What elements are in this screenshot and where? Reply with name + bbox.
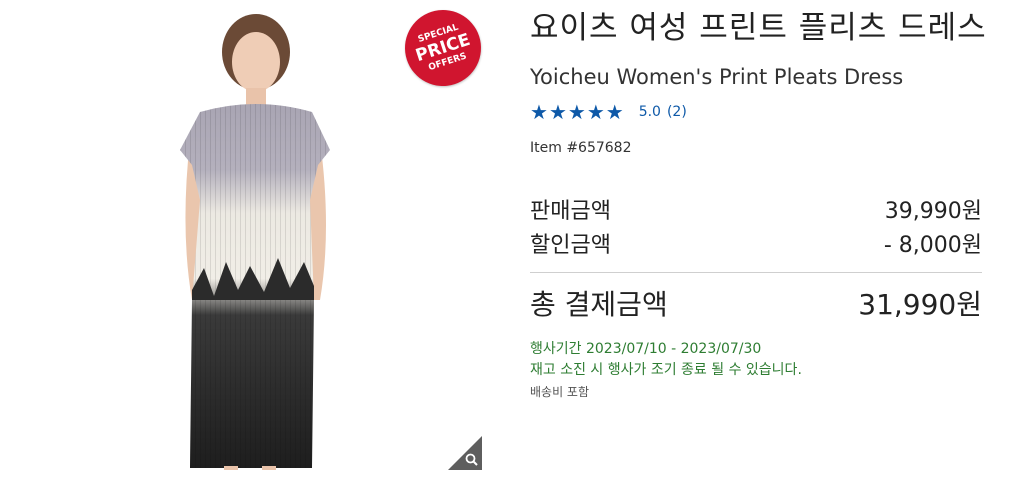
sale-price-value: 39,990원 [884, 199, 982, 224]
product-gallery: SPECIAL PRICE OFFERS [170, 0, 491, 477]
total-price-row: 총 결제금액 31,990원 [530, 281, 982, 325]
shipping-included-note: 배송비 포함 [530, 385, 590, 399]
discount-row: 할인금액 - 8,000원 [530, 226, 982, 260]
star-icon: ★ [605, 100, 624, 124]
review-count-link[interactable]: (2) [667, 104, 687, 120]
product-title-english: Yoicheu Women's Print Pleats Dress [530, 65, 904, 89]
product-rating[interactable]: ★ ★ ★ ★ ★ 5.0 (2) [530, 100, 990, 124]
star-icon: ★ [530, 100, 548, 124]
discount-value: - 8,000원 [883, 233, 982, 258]
promo-stock-notice: 재고 소진 시 행사가 조기 종료 될 수 있습니다. [530, 362, 802, 378]
item-number: Item #657682 [530, 140, 632, 156]
magnifier-icon[interactable] [448, 436, 482, 470]
price-divider [530, 272, 982, 273]
star-icon: ★ [586, 100, 605, 124]
total-price-value: 31,990원 [858, 288, 982, 321]
sale-price-label: 판매금액 [530, 199, 611, 224]
product-info: 요이츠 여성 프린트 플리츠 드레스 Yoicheu Women's Print… [530, 0, 990, 400]
rating-score[interactable]: 5.0 [639, 104, 661, 120]
discount-label: 할인금액 [530, 233, 611, 258]
price-summary: 판매금액 39,990원 할인금액 - 8,000원 총 결제금액 31,990… [530, 192, 982, 325]
sale-price-row: 판매금액 39,990원 [530, 192, 982, 226]
product-title-korean: 요이츠 여성 프린트 플리츠 드레스 [530, 10, 987, 46]
star-icon: ★ [548, 100, 567, 124]
total-price-label: 총 결제금액 [530, 288, 668, 321]
promo-period: 행사기간 2023/07/10 - 2023/07/30 [530, 341, 762, 357]
rating-stars: ★ ★ ★ ★ ★ [530, 102, 625, 122]
star-icon: ★ [567, 100, 586, 124]
promo-info: 행사기간 2023/07/10 - 2023/07/30 재고 소진 시 행사가… [530, 339, 990, 381]
